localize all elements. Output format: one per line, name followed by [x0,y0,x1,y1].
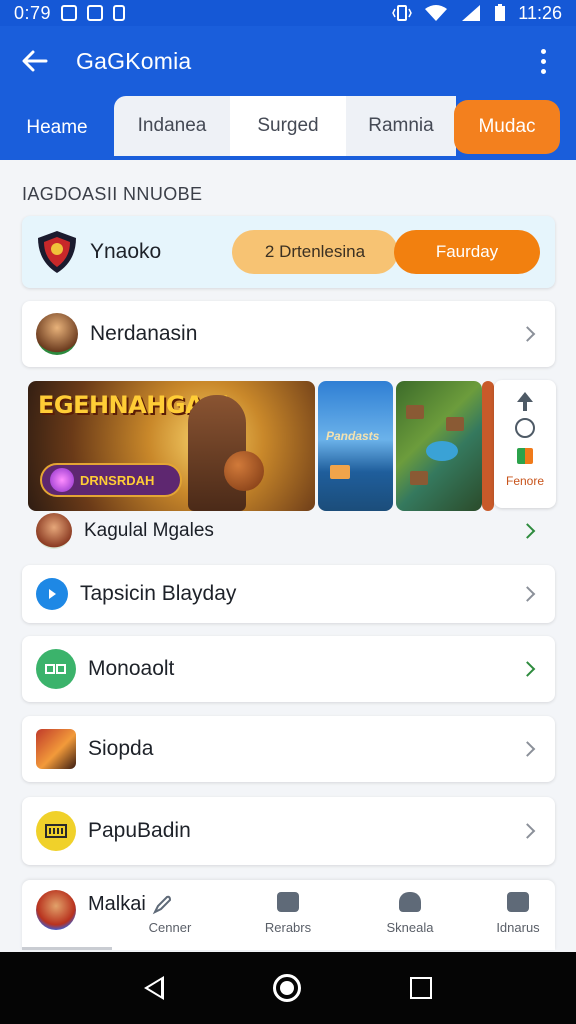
back-arrow-icon[interactable] [22,50,48,72]
system-home-icon[interactable] [272,974,301,1002]
tab-home[interactable]: Heame [0,98,114,158]
bottom-nav: Malkai Cenner Rerabrs Skneala Idnarus [22,880,555,950]
side-panel-label: Fenore [505,474,545,488]
list-item[interactable]: Tapsicin Blayday [22,565,555,623]
wifi-icon [425,5,448,21]
tab-indanea[interactable]: Indanea [114,96,230,156]
arrow-up-icon[interactable] [517,392,533,411]
list-item[interactable]: Kagulal Mgales [22,508,555,554]
quick-actions-panel: Fenore [494,380,556,508]
bottom-nav-idnarus[interactable]: Idnarus [478,892,558,935]
chevron-right-icon [519,661,536,677]
banner-badge-text: DRNSRDAH [80,472,155,488]
promo-banner-ocean[interactable]: Pandasts [318,381,393,511]
system-back-icon[interactable] [144,976,165,1000]
bottom-nav-skneala[interactable]: Skneala [370,892,450,935]
featured-name: Ynaoko [90,240,162,263]
map-pin-icon [36,578,68,610]
app-bar: GaGKomia [0,26,576,96]
banner-badge: DRNSRDAH [40,463,182,497]
chevron-right-icon [519,586,536,602]
game-avatar-icon [36,313,78,355]
hut-image [446,417,464,431]
mail-icon [330,465,350,479]
bottom-nav-label: Cenner [148,920,192,935]
banner-caption: Pandasts [326,429,380,443]
promo-banner-village[interactable] [396,381,482,511]
nav-icon [159,892,181,912]
app-title: GaGKomia [76,47,192,74]
bottom-nav-label: Skneala [386,920,434,935]
people-icon [399,892,421,912]
list-item[interactable]: Monoaolt [22,636,555,702]
tab-surged[interactable]: Surged [230,96,346,156]
list-item[interactable]: Siopda [22,716,555,782]
battery-icon [495,4,506,21]
list-item-label: Monoaolt [88,657,175,680]
circle-icon[interactable] [515,418,535,438]
list-item[interactable]: PapuBadin [22,797,555,865]
list-item-label: Siopda [88,737,154,760]
orb-icon [50,468,74,492]
list-item-label: PapuBadin [88,819,191,842]
featured-pill-left[interactable]: 2 Drtenlesina [232,230,398,274]
app-logo-icon [36,649,76,689]
briefcase-icon [277,892,299,912]
system-nav-bar [0,952,576,1024]
game-avatar-icon [36,729,76,769]
promo-banner-main[interactable]: EGEHNAHGA Z DRNSRDAH [28,381,315,511]
bottom-nav-rerabrs[interactable]: Rerabrs [248,892,328,935]
list-item-label: Kagulal Mgales [84,520,214,541]
more-vert-icon[interactable] [533,41,554,82]
signal-icon [462,5,481,21]
download-notification-icon [113,5,126,21]
flag-icon[interactable] [517,448,533,464]
status-bar: 0:79 11:26 [0,0,576,26]
list-item-label: Nerdanasin [90,322,198,345]
bottom-nav-label: Rerabrs [264,920,312,935]
bottom-nav-label: Idnarus [496,920,540,935]
tab-mudac[interactable]: Mudac [454,100,560,154]
notification-icon [61,5,78,21]
featured-pill-right[interactable]: Faurday [394,230,540,274]
game-avatar-icon [36,890,76,930]
nav-indicator [22,947,112,950]
chevron-right-icon [519,326,536,342]
status-time: 0:79 [14,2,52,23]
ball-image [224,451,264,491]
status-clock: 11:26 [518,2,562,23]
list-item-label: Tapsicin Blayday [80,582,237,605]
hut-image [410,471,428,485]
shield-logo-icon [38,231,76,273]
app-logo-icon [36,811,76,851]
system-recents-icon[interactable] [409,977,432,999]
vibrate-icon [392,5,413,21]
promo-banner-partial[interactable] [482,381,494,511]
game-avatar-icon [36,513,72,549]
tab-ramnia[interactable]: Ramnia [346,96,456,156]
document-icon [507,892,529,912]
list-item[interactable]: Nerdanasin [22,301,555,367]
bottom-nav-cenner[interactable]: Cenner [130,892,210,935]
image-notification-icon [87,5,104,21]
featured-card[interactable]: Ynaoko 2 Drtenlesina Faurday [22,216,555,288]
chevron-right-icon [519,741,536,757]
section-heading: IAGDOASII NNUOBE [22,184,203,204]
tab-bar: Heame Indanea Surged Ramnia Mudac [0,96,576,160]
chevron-right-icon [519,523,536,539]
chevron-right-icon [519,823,536,839]
hut-image [406,405,424,419]
pond-image [426,441,458,461]
